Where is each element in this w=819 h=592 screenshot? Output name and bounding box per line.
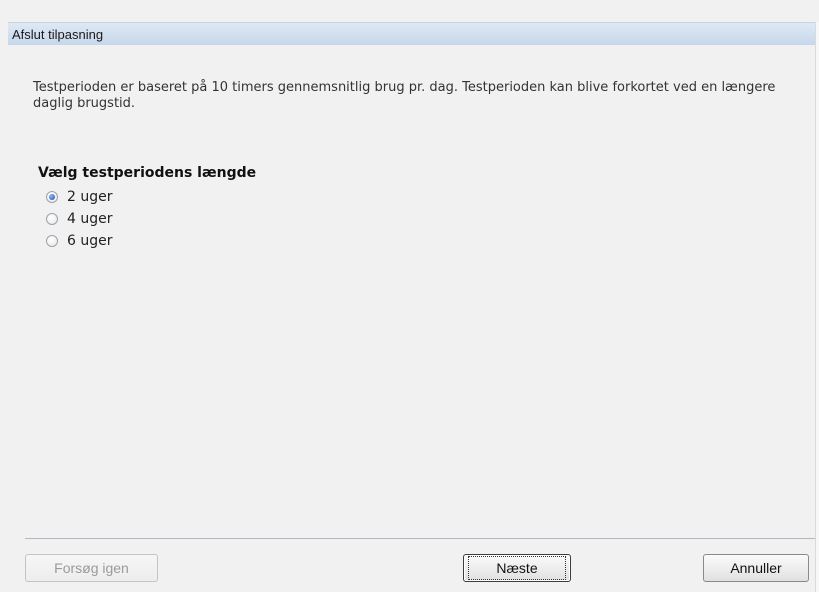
cancel-button[interactable]: Annuller — [703, 554, 809, 582]
retry-button[interactable]: Forsøg igen — [25, 554, 158, 582]
dialog-body — [8, 45, 815, 592]
radio-button-icon[interactable] — [46, 235, 58, 247]
radio-label: 6 uger — [67, 233, 113, 249]
radio-label: 2 uger — [67, 189, 113, 205]
next-button-label: Næste — [468, 556, 566, 580]
next-button[interactable]: Næste — [463, 554, 571, 582]
radio-button-icon[interactable] — [46, 213, 58, 225]
radio-option-6-weeks[interactable]: 6 uger — [46, 230, 113, 252]
radio-label: 4 uger — [67, 211, 113, 227]
radio-button-icon[interactable] — [46, 191, 58, 203]
dialog-titlebar: Afslut tilpasning — [8, 22, 815, 46]
dialog-title: Afslut tilpasning — [12, 27, 104, 42]
dialog: Afslut tilpasning Testperioden er basere… — [0, 0, 819, 592]
radio-option-4-weeks[interactable]: 4 uger — [46, 208, 113, 230]
footer-separator — [25, 538, 815, 539]
period-heading: Vælg testperiodens længde — [38, 165, 257, 181]
window-edge — [815, 22, 819, 592]
radio-option-2-weeks[interactable]: 2 uger — [46, 186, 113, 208]
intro-text: Testperioden er baseret på 10 timers gen… — [33, 80, 776, 111]
period-radio-group: 2 uger 4 uger 6 uger — [46, 186, 113, 252]
